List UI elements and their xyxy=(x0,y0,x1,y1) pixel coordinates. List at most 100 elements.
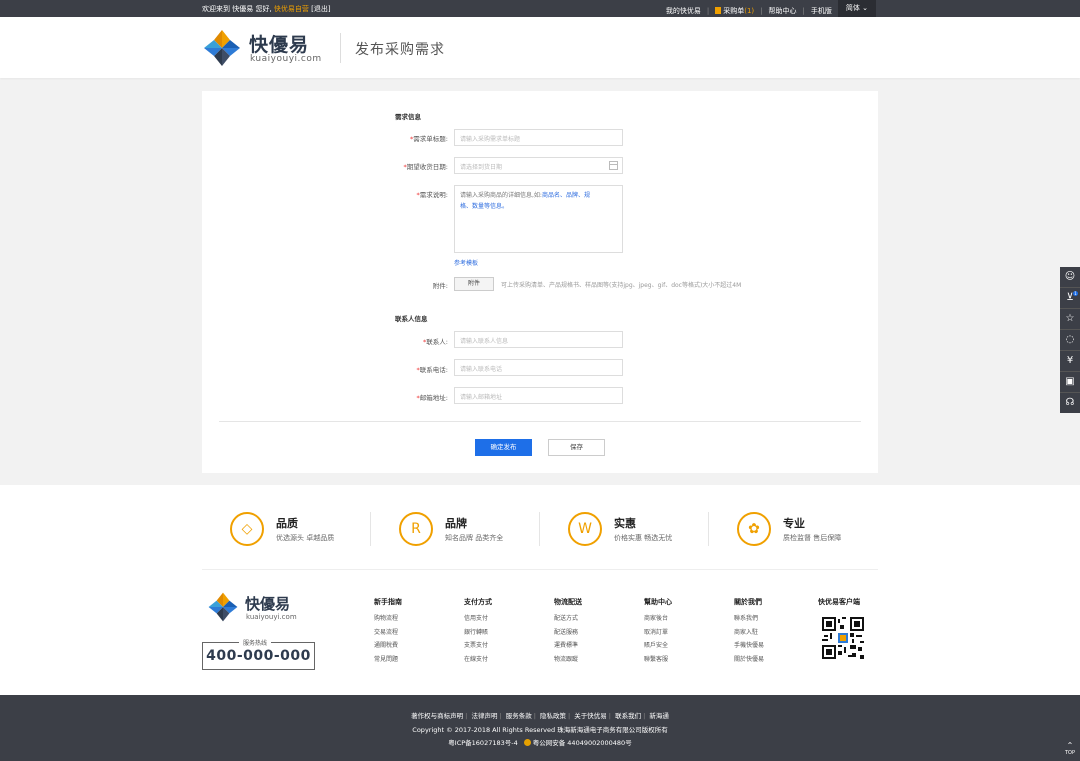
legal-link[interactable]: 著作权与商标声明 xyxy=(411,712,463,720)
site-footer: ◇ 品质 优选源头 卓越品质 R 品牌 知名品牌 品类齐全 W 实惠 价格实惠 … xyxy=(0,485,1080,695)
desc-label-text: 需求说明: xyxy=(419,191,448,199)
footer-col-logistics: 物流配送 配送方式 配送服務 運費標準 物流跟蹤 xyxy=(554,597,634,666)
cart-link[interactable]: 采购单(1) xyxy=(715,6,754,16)
footer-link[interactable]: 信用支付 xyxy=(464,612,544,626)
separator: | xyxy=(533,712,536,720)
site-logo[interactable]: 快優易 kuaiyouyi.com xyxy=(202,28,332,68)
feature-subtitle: 质检监督 售后保障 xyxy=(783,534,842,542)
legal-link[interactable]: 新海通 xyxy=(649,712,669,720)
footer-link[interactable]: 常見問題 xyxy=(374,653,454,667)
qr-code-icon[interactable] xyxy=(822,617,864,659)
footer-link[interactable]: 手機快優易 xyxy=(734,639,814,653)
phone-label: *联系电话: xyxy=(417,364,448,374)
copyright-bar: 著作权与商标声明 | 法律声明 | 服务条款 | 隐私政策 | 关于快优易 | 联系我们 |… xyxy=(0,695,1080,761)
user-icon[interactable]: ☺ xyxy=(1060,267,1080,288)
logout-link[interactable]: [退出] xyxy=(311,5,330,13)
footer-link[interactable]: 運費標準 xyxy=(554,639,634,653)
footer-link[interactable]: 配送方式 xyxy=(554,612,634,626)
service-icon[interactable]: ☊ xyxy=(1060,393,1080,414)
legal-link[interactable]: 联系我们 xyxy=(615,712,641,720)
date-input[interactable]: 请选择到货日期 xyxy=(454,157,623,174)
phone-label-text: 联系电话: xyxy=(419,366,448,374)
footer-col-title: 關於我們 xyxy=(734,598,762,606)
footer-col-payment: 支付方式 信用支付 銀行轉賬 支票支付 在線支付 xyxy=(464,597,544,666)
footer-logo[interactable]: 快優易 kuaiyouyi.com xyxy=(207,591,317,627)
footer-col-title: 新手指南 xyxy=(374,598,402,606)
footer-link[interactable]: 商家入駐 xyxy=(734,626,814,640)
feature-professional: ✿ 专业 质检监督 售后保障 xyxy=(709,512,859,548)
bag-icon[interactable]: ▣ xyxy=(1060,372,1080,393)
help-link[interactable]: 帮助中心 xyxy=(769,6,797,16)
my-account-link[interactable]: 我的快优易 xyxy=(666,6,701,16)
welcome-text: 欢迎来到 快優易 您好, 快优易自营 [退出] xyxy=(202,4,331,14)
copyright-text: Copyright © 2017-2018 All Rights Reserve… xyxy=(412,726,668,734)
police-record[interactable]: 粤公网安备 44049002000480号 xyxy=(533,739,632,747)
date-label: *期望收货日期: xyxy=(404,161,448,171)
contact-input[interactable]: 请输入联系人信息 xyxy=(454,331,623,348)
footer-link[interactable]: 取消訂單 xyxy=(644,626,724,640)
legal-link[interactable]: 法律声明 xyxy=(471,712,497,720)
contact-label-text: 联系人: xyxy=(426,338,448,346)
icp-number[interactable]: 粤ICP备16027183号-4 xyxy=(448,739,517,747)
footer-link[interactable]: 商家後台 xyxy=(644,612,724,626)
logo-mark-icon xyxy=(208,592,238,622)
title-input[interactable]: 请输入采购需求单标题 xyxy=(454,129,623,146)
separator: | xyxy=(465,712,468,720)
star-icon[interactable]: ☆ xyxy=(1060,309,1080,330)
mobile-link[interactable]: 手机版 xyxy=(811,6,832,16)
feature-title: 实惠 xyxy=(614,517,636,530)
site-header: 快優易 kuaiyouyi.com 发布采购需求 xyxy=(0,17,1080,78)
phone-placeholder: 请输入联系电话 xyxy=(460,366,503,373)
section-title-demand: 需求信息 xyxy=(395,113,421,121)
template-link[interactable]: 参考模板 xyxy=(454,258,478,267)
footer-link[interactable]: 交易流程 xyxy=(374,626,454,640)
cart-label: 采购单 xyxy=(723,6,745,15)
section-title-contact: 联系人信息 xyxy=(395,315,428,323)
footer-link[interactable]: 支票支付 xyxy=(464,639,544,653)
hotline-number: 400-000-000 xyxy=(206,648,311,664)
legal-link[interactable]: 隐私政策 xyxy=(540,712,566,720)
title-placeholder: 请输入采购需求单标题 xyxy=(460,136,521,143)
language-select[interactable]: 简体 ⌄ xyxy=(837,0,876,17)
back-to-top-button[interactable]: ⌃ TOP xyxy=(1063,742,1077,758)
separator: | xyxy=(499,712,502,720)
yen-icon[interactable]: ¥ xyxy=(1060,351,1080,372)
wave-check-icon: W xyxy=(568,512,602,546)
separator: | xyxy=(643,712,646,720)
email-label-text: 邮箱地址: xyxy=(419,394,448,402)
form-divider xyxy=(219,421,861,422)
footer-link[interactable]: 賬戶安全 xyxy=(644,639,724,653)
cart-icon xyxy=(715,6,722,14)
footer-link[interactable]: 在線支付 xyxy=(464,653,544,667)
attach-button[interactable]: 附件 xyxy=(454,277,494,291)
legal-link[interactable]: 服务条款 xyxy=(506,712,532,720)
phone-input[interactable]: 请输入联系电话 xyxy=(454,359,623,376)
legal-links: 著作权与商标声明 | 法律声明 | 服务条款 | 隐私政策 | 关于快优易 | 联系我们 |… xyxy=(0,710,1080,720)
chevron-down-icon: ⌄ xyxy=(862,4,868,12)
language-label: 简体 xyxy=(845,4,860,12)
top-label: TOP xyxy=(1064,750,1075,756)
store-link[interactable]: 快优易自营 xyxy=(274,5,309,13)
top-bar: 欢迎来到 快優易 您好, 快优易自营 [退出] 我的快优易 | 采购单(1) |… xyxy=(0,0,1080,17)
legal-link[interactable]: 关于快优易 xyxy=(574,712,607,720)
date-placeholder: 请选择到货日期 xyxy=(460,164,503,171)
footer-link[interactable]: 购物流程 xyxy=(374,612,454,626)
footer-link[interactable]: 通關稅費 xyxy=(374,639,454,653)
footer-link[interactable]: 銀行轉賬 xyxy=(464,626,544,640)
contact-placeholder: 请输入联系人信息 xyxy=(460,338,509,345)
footer-link[interactable]: 物流跟蹤 xyxy=(554,653,634,667)
footer-link[interactable]: 聯繫客服 xyxy=(644,653,724,667)
separator: | xyxy=(802,6,805,15)
cart-count: (1) xyxy=(744,6,755,15)
save-button[interactable]: 保存 xyxy=(548,439,605,456)
email-input[interactable]: 请输入邮箱地址 xyxy=(454,387,623,404)
footer-link[interactable]: 聯系我們 xyxy=(734,612,814,626)
cart-icon[interactable]: ⊻ 1 xyxy=(1060,288,1080,309)
calendar-icon[interactable] xyxy=(609,161,618,170)
footer-link[interactable]: 配送服務 xyxy=(554,626,634,640)
submit-button[interactable]: 确定发布 xyxy=(475,439,532,456)
chat-icon[interactable]: ◌ xyxy=(1060,330,1080,351)
desc-textarea[interactable]: 请输入采购商品的详细信息,如:商品名、品牌、规 格、数量等信息。 xyxy=(454,185,623,253)
features-strip: ◇ 品质 优选源头 卓越品质 R 品牌 知名品牌 品类齐全 W 实惠 价格实惠 … xyxy=(202,485,878,570)
footer-link[interactable]: 關於快優易 xyxy=(734,653,814,667)
